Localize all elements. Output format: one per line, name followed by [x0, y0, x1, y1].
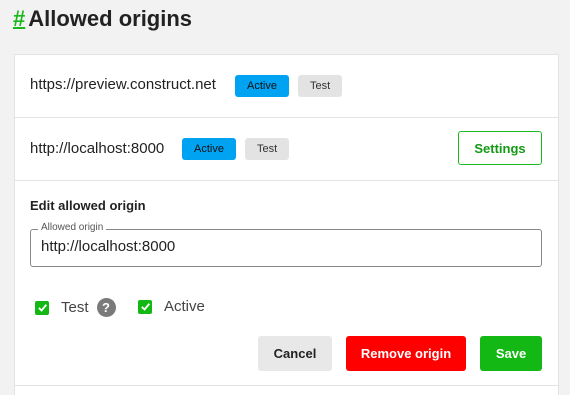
- help-icon[interactable]: ?: [96, 298, 116, 317]
- page-title: # Allowed origins: [13, 6, 192, 32]
- settings-button[interactable]: Settings: [458, 131, 542, 165]
- origin-url: http://localhost:8000: [30, 140, 165, 157]
- remove-origin-button[interactable]: Remove origin: [346, 336, 466, 371]
- active-checkbox[interactable]: [138, 299, 152, 314]
- test-badge: Test: [245, 138, 290, 160]
- allowed-origin-input[interactable]: [41, 238, 521, 255]
- active-badge: Active: [182, 138, 236, 160]
- test-badge: Test: [298, 75, 343, 97]
- active-label: Active: [164, 298, 205, 315]
- allowed-origin-field[interactable]: Allowed origin: [30, 222, 542, 267]
- test-checkbox-group[interactable]: Test ?: [35, 298, 116, 317]
- origin-row[interactable]: https://preview.construct.net Active Tes…: [15, 55, 558, 118]
- page-title-text: Allowed origins: [28, 6, 193, 31]
- edit-heading: Edit allowed origin: [30, 198, 146, 213]
- cancel-button[interactable]: Cancel: [258, 336, 332, 371]
- field-legend: Allowed origin: [38, 222, 107, 233]
- checkmark-icon: [37, 304, 47, 312]
- test-label: Test: [61, 299, 89, 316]
- test-checkbox[interactable]: [35, 300, 49, 315]
- active-badge: Active: [235, 75, 289, 97]
- checkmark-icon: [140, 303, 150, 311]
- anchor-link[interactable]: #: [13, 6, 25, 32]
- origins-panel: https://preview.construct.net Active Tes…: [14, 54, 559, 395]
- save-button[interactable]: Save: [480, 336, 542, 371]
- origin-row[interactable]: http://localhost:8000 Active Test Settin…: [15, 118, 558, 181]
- active-checkbox-group[interactable]: Active: [138, 298, 205, 315]
- origin-url: https://preview.construct.net: [30, 76, 216, 93]
- divider: [15, 385, 558, 386]
